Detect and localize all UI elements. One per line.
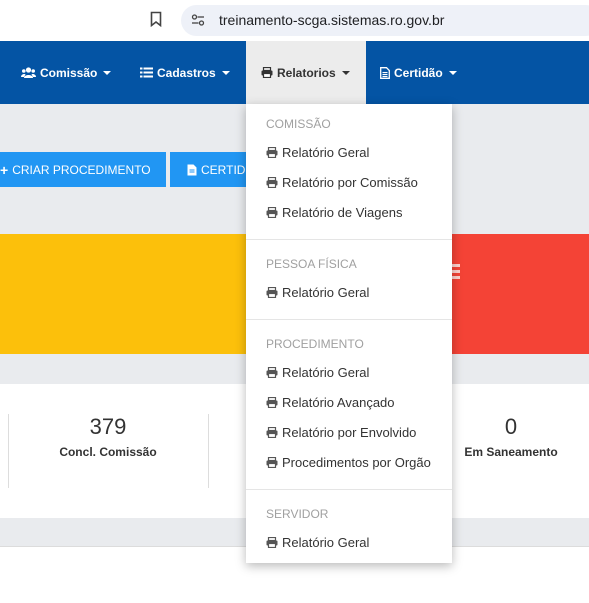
nav-relatorios[interactable]: Relatorios xyxy=(246,41,366,104)
relatorios-dropdown-menu: COMISSÃO Relatório Geral Relatório por C… xyxy=(246,104,452,563)
menu-item-relatorio-de-viagens[interactable]: Relatório de Viagens xyxy=(266,205,402,220)
menu-item-label: Relatório Geral xyxy=(282,535,370,550)
nav-cadastros[interactable]: Cadastros xyxy=(140,41,230,104)
menu-divider xyxy=(246,489,452,490)
nav-comissao[interactable]: Comissão xyxy=(21,41,112,104)
caret-down-icon xyxy=(448,70,457,75)
nav-cadastros-label: Cadastros xyxy=(157,65,216,80)
users-icon xyxy=(21,67,36,78)
dropdown-header-servidor: SERVIDOR xyxy=(266,507,329,521)
menu-item-relatorio-por-envolvido[interactable]: Relatório por Envolvido xyxy=(266,425,416,440)
nav-relatorios-label: Relatorios xyxy=(277,65,336,80)
menu-item-comissao-relatorio-geral[interactable]: Relatório Geral xyxy=(266,145,369,160)
stats-divider xyxy=(8,414,9,488)
stat-value-em-saneamento: 0 xyxy=(504,414,518,439)
menu-item-label: Relatório Avançado xyxy=(282,395,395,410)
stat-value-concl-comissao: 379 xyxy=(89,414,127,439)
caret-down-icon xyxy=(221,70,230,75)
url-field[interactable]: treinamento-scga.sistemas.ro.gov.br xyxy=(181,5,589,36)
menu-item-label: Relatório de Viagens xyxy=(282,205,403,220)
menu-item-procedimentos-por-orgao[interactable]: Procedimentos por Orgão xyxy=(266,455,431,470)
print-icon xyxy=(266,147,278,158)
dropdown-header-comissao: COMISSÃO xyxy=(266,117,331,131)
dropdown-header-procedimento: PROCEDIMENTO xyxy=(266,337,364,351)
card-icon xyxy=(450,264,460,279)
menu-item-procedimento-relatorio-geral[interactable]: Relatório Geral xyxy=(266,365,369,380)
stat-card-yellow[interactable] xyxy=(0,234,247,354)
menu-item-relatorio-por-comissao[interactable]: Relatório por Comissão xyxy=(266,175,418,190)
print-icon xyxy=(266,177,278,188)
print-icon xyxy=(261,67,273,78)
print-icon xyxy=(266,287,278,298)
print-icon xyxy=(266,457,278,468)
menu-item-servidor-relatorio-geral[interactable]: Relatório Geral xyxy=(266,535,369,550)
file-text-icon xyxy=(380,66,390,79)
browser-address-bar: treinamento-scga.sistemas.ro.gov.br xyxy=(0,0,589,41)
main-navbar: Comissão Cadastros Relatorios Certidão xyxy=(0,41,589,104)
list-icon xyxy=(140,67,153,78)
stats-divider xyxy=(208,414,209,488)
menu-item-label: Relatório Geral xyxy=(282,365,370,380)
caret-down-icon xyxy=(103,70,112,75)
certidao-button[interactable]: CERTID xyxy=(170,152,250,187)
menu-divider xyxy=(246,319,452,320)
file-icon xyxy=(187,164,197,175)
print-icon xyxy=(266,427,278,438)
stat-label-em-saneamento: Em Saneamento xyxy=(464,445,558,459)
print-icon xyxy=(266,207,278,218)
stat-card-red[interactable] xyxy=(450,234,589,354)
certidao-button-label: CERTID xyxy=(201,162,246,177)
print-icon xyxy=(266,367,278,378)
site-info-icon[interactable] xyxy=(191,13,205,27)
caret-down-icon xyxy=(341,70,350,75)
plus-icon: + xyxy=(0,161,9,178)
print-icon xyxy=(266,537,278,548)
dropdown-header-pessoa-fisica: PESSOA FÍSICA xyxy=(266,257,357,271)
menu-item-pessoa-fisica-relatorio-geral[interactable]: Relatório Geral xyxy=(266,285,369,300)
print-icon xyxy=(266,397,278,408)
bookmark-icon[interactable] xyxy=(150,11,162,27)
menu-item-label: Relatório Geral xyxy=(282,285,370,300)
menu-divider xyxy=(246,239,452,240)
nav-certidao[interactable]: Certidão xyxy=(380,41,457,104)
menu-item-relatorio-avancado[interactable]: Relatório Avançado xyxy=(266,395,395,410)
menu-item-label: Relatório por Envolvido xyxy=(282,425,417,440)
stat-label-concl-comissao: Concl. Comissão xyxy=(59,445,157,459)
menu-item-label: Relatório por Comissão xyxy=(282,175,418,190)
menu-item-label: Relatório Geral xyxy=(282,145,370,160)
nav-comissao-label: Comissão xyxy=(40,65,98,80)
url-text: treinamento-scga.sistemas.ro.gov.br xyxy=(219,12,445,28)
criar-procedimento-button[interactable]: + CRIAR PROCEDIMENTO xyxy=(0,152,166,187)
criar-procedimento-label: CRIAR PROCEDIMENTO xyxy=(12,162,151,177)
nav-certidao-label: Certidão xyxy=(394,65,443,80)
menu-item-label: Procedimentos por Orgão xyxy=(282,455,431,470)
